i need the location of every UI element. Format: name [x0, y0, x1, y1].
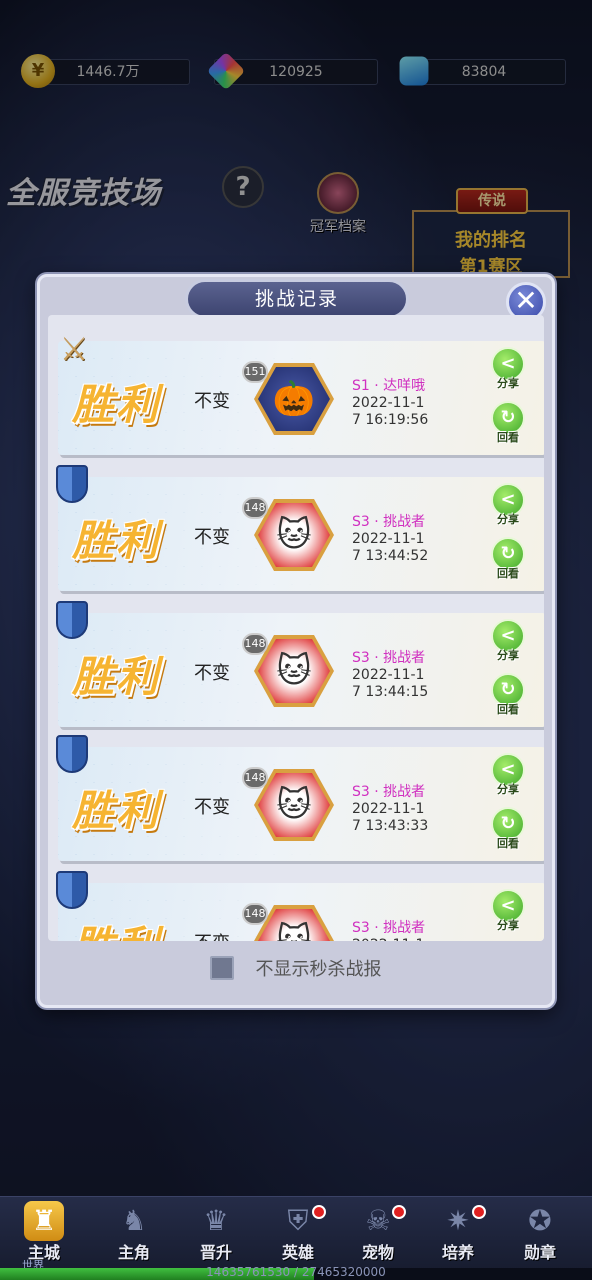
- share-button[interactable]: < 分享: [486, 889, 530, 933]
- nav-cultivate[interactable]: ✷ 培养: [420, 1201, 496, 1263]
- castle-icon: ♜: [24, 1201, 64, 1241]
- share-label: 分享: [497, 513, 519, 526]
- nav-pets[interactable]: ☠ 宠物: [340, 1201, 416, 1263]
- result-label: 胜利: [72, 913, 160, 941]
- share-label: 分享: [497, 377, 519, 390]
- nav-promotion[interactable]: ♛ 晋升: [178, 1201, 254, 1263]
- replay-button[interactable]: ↻ 回看: [486, 673, 530, 717]
- result-label: 胜利: [72, 786, 161, 835]
- dialog-title: 挑战记录: [185, 279, 409, 319]
- share-label: 分享: [497, 649, 519, 662]
- opponent-level: 148: [242, 903, 268, 925]
- pumpkin-avatar-icon: 🎃: [258, 367, 330, 431]
- challenge-record-dialog: 挑战记录 ✕ ⚔ 胜利 不变 🎃 151 S1 · 达咩哦 2022-11-1 …: [37, 274, 555, 1008]
- shield-icon: [56, 871, 88, 909]
- battle-time-text: 2022-11-1: [352, 937, 424, 941]
- wings-icon: ♛: [203, 1204, 229, 1237]
- replay-label: 回看: [497, 567, 519, 580]
- replay-button[interactable]: ↻ 回看: [486, 401, 530, 445]
- replay-label: 回看: [497, 703, 519, 716]
- crossed-swords-icon: ⚔: [59, 330, 89, 368]
- record-item: 胜利 不变 🐱 148 S3 · 挑战者 2022-11-1 7 13:44:5…: [56, 465, 544, 591]
- record-list[interactable]: ⚔ 胜利 不变 🎃 151 S1 · 达咩哦 2022-11-1 7 16:19…: [48, 315, 544, 941]
- opponent-level: 148: [242, 767, 268, 789]
- notification-dot: [472, 1205, 486, 1219]
- battle-time: 2022-11-1 7 16:19:56: [352, 395, 462, 429]
- share-button[interactable]: < 分享: [486, 619, 530, 663]
- nav-label: 培养: [441, 1243, 474, 1262]
- rank-change: 不变: [194, 391, 230, 412]
- nav-label: 主角: [117, 1243, 150, 1262]
- beast-icon: ☠: [365, 1204, 391, 1237]
- result-label: 胜利: [72, 652, 161, 701]
- shield-icon: [56, 465, 88, 503]
- nav-label: 勋章: [523, 1243, 556, 1262]
- replay-label: 回看: [497, 837, 519, 850]
- battle-time: 2022-11-1: [352, 937, 462, 941]
- shield-icon: [56, 735, 88, 773]
- battle-time-text: 2022-11-1 7 16:19:56: [352, 395, 429, 428]
- result-label: 胜利: [72, 380, 161, 429]
- nav-label: 英雄: [281, 1243, 314, 1262]
- lucky-cat-avatar-icon: 🐱: [258, 773, 330, 837]
- opponent-name: S3 · 挑战者: [352, 920, 426, 936]
- hide-instant-kill-label: 不显示秒杀战报: [255, 959, 382, 980]
- helmet-icon: ⛨: [287, 1204, 309, 1237]
- record-item: 胜利 不变 🐱 148 S3 · 挑战者 2022-11-1 < 分享 ↻ 回看: [56, 871, 544, 941]
- nav-heroes[interactable]: ⛨ 英雄: [260, 1201, 336, 1263]
- rank-change: 不变: [194, 929, 230, 941]
- share-button[interactable]: < 分享: [486, 753, 530, 797]
- battle-time: 2022-11-1 7 13:44:15: [352, 667, 462, 701]
- lucky-cat-avatar-icon: 🐱: [258, 639, 330, 703]
- notification-dot: [392, 1205, 406, 1219]
- lucky-cat-avatar-icon: 🐱: [258, 909, 330, 941]
- battle-time-text: 2022-11-1 7 13:44:15: [352, 667, 429, 700]
- rank-change: 不变: [194, 797, 230, 818]
- nav-label: 主城: [27, 1243, 60, 1262]
- notification-dot: [312, 1205, 326, 1219]
- replay-button[interactable]: ↻ 回看: [486, 537, 530, 581]
- experience-text: 14635761530 / 27465320000: [206, 1265, 386, 1279]
- hero-head-icon: ♞: [121, 1204, 147, 1237]
- battle-time-text: 2022-11-1 7 13:44:52: [352, 531, 429, 564]
- share-label: 分享: [497, 783, 519, 796]
- opponent-name: S3 · 挑战者: [352, 784, 426, 800]
- medal-icon: ✪: [528, 1204, 552, 1237]
- rank-change: 不变: [194, 663, 230, 684]
- opponent-name: S1 · 达咩哦: [352, 378, 426, 394]
- opponent-name: S3 · 挑战者: [352, 514, 426, 530]
- replay-label: 回看: [497, 431, 519, 444]
- star-emblem-icon: ✷: [446, 1204, 470, 1237]
- hide-instant-kill-checkbox[interactable]: [210, 956, 235, 980]
- record-item: 胜利 不变 🐱 148 S3 · 挑战者 2022-11-1 7 13:44:1…: [56, 601, 544, 727]
- share-label: 分享: [497, 919, 519, 932]
- hide-instant-kill-option[interactable]: 不显示秒杀战报: [40, 955, 552, 981]
- nav-main-city[interactable]: ♜ 主城 世界: [6, 1201, 82, 1272]
- opponent-level: 148: [242, 633, 268, 655]
- replay-button[interactable]: ↻ 回看: [486, 807, 530, 851]
- nav-label: 晋升: [199, 1243, 232, 1262]
- shield-icon: [56, 601, 88, 639]
- record-item: ⚔ 胜利 不变 🎃 151 S1 · 达咩哦 2022-11-1 7 16:19…: [58, 330, 544, 455]
- battle-time: 2022-11-1 7 13:44:52: [352, 531, 462, 565]
- opponent-name: S3 · 挑战者: [352, 650, 426, 666]
- result-label: 胜利: [72, 516, 161, 565]
- share-button[interactable]: < 分享: [486, 483, 530, 527]
- nav-label: 宠物: [361, 1243, 394, 1262]
- battle-time: 2022-11-1 7 13:43:33: [352, 801, 462, 835]
- share-button[interactable]: < 分享: [486, 347, 530, 391]
- battle-time-text: 2022-11-1 7 13:43:33: [352, 801, 429, 834]
- record-item: 胜利 不变 🐱 148 S3 · 挑战者 2022-11-1 7 13:43:3…: [56, 735, 544, 861]
- opponent-level: 148: [242, 497, 268, 519]
- nav-medals[interactable]: ✪ 勋章: [502, 1201, 578, 1263]
- lucky-cat-avatar-icon: 🐱: [258, 503, 330, 567]
- opponent-level: 151: [242, 361, 268, 383]
- nav-hero-main[interactable]: ♞ 主角: [96, 1201, 172, 1263]
- rank-change: 不变: [194, 527, 230, 548]
